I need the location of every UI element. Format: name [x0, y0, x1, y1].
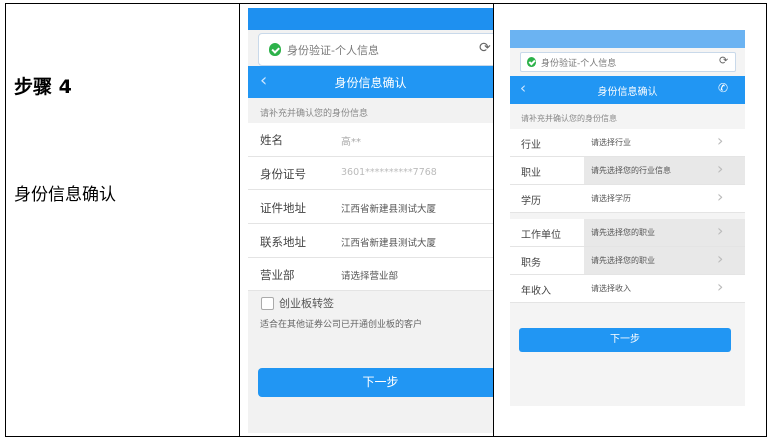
- row-value: 高**: [341, 137, 361, 148]
- phone-screenshot-2: 身份验证-个人信息 ⟳ ‹ 身份信息确认 ✆ 请补充并确认您的身份信息 行业 请…: [510, 30, 745, 406]
- row-value: 请先选择您的行业信息: [591, 166, 671, 175]
- row-value: 请先选择您的职业: [591, 228, 655, 237]
- row-label: 行业: [521, 140, 541, 151]
- status-bar: [248, 8, 493, 30]
- row-label: 职务: [521, 258, 541, 269]
- url-bar[interactable]: 身份验证-个人信息 ⟳: [258, 33, 493, 66]
- row-label: 营业部: [260, 268, 295, 282]
- status-bar: [510, 30, 745, 48]
- shield-icon: [527, 57, 536, 67]
- chevron-right-icon: ›: [717, 159, 724, 178]
- reload-icon[interactable]: ⟳: [719, 54, 728, 67]
- row-value: 江西省新建县测试大厦: [341, 204, 437, 215]
- form-row-industry[interactable]: 行业 请选择行业 ›: [510, 129, 745, 157]
- url-bar[interactable]: 身份验证-个人信息 ⟳: [520, 52, 736, 72]
- gem-transfer-checkbox[interactable]: [261, 297, 274, 310]
- step-title: 步骤 4: [14, 76, 72, 98]
- row-value: 请选择行业: [591, 138, 631, 147]
- row-label: 身份证号: [260, 167, 306, 181]
- step-description: 身份信息确认: [14, 185, 116, 205]
- form-row-income[interactable]: 年收入 请选择收入 ›: [510, 275, 745, 303]
- chevron-right-icon: ›: [717, 277, 724, 296]
- chevron-right-icon: ›: [717, 221, 724, 240]
- form-row-branch[interactable]: 营业部 请选择营业部: [248, 258, 493, 291]
- row-label: 姓名: [260, 133, 283, 147]
- form-row-id-number[interactable]: 身份证号 3601**********7768: [248, 157, 493, 190]
- column-divider-1: [239, 4, 240, 436]
- form-row-position[interactable]: 职务 请先选择您的职业 ›: [510, 247, 745, 275]
- row-value: 请选择营业部: [341, 271, 399, 282]
- next-button[interactable]: 下一步: [519, 328, 731, 352]
- form-row-occupation[interactable]: 职业 请先选择您的行业信息 ›: [510, 157, 745, 185]
- form-row-education[interactable]: 学历 请选择学历 ›: [510, 185, 745, 213]
- row-label: 工作单位: [521, 230, 561, 241]
- row-value: 请先选择您的职业: [591, 256, 655, 265]
- chevron-right-icon: ›: [717, 249, 724, 268]
- form-row-id-address[interactable]: 证件地址 江西省新建县测试大厦: [248, 190, 493, 224]
- nav-bar: ‹ 身份信息确认: [248, 66, 493, 98]
- row-value: 请选择收入: [591, 284, 631, 293]
- nav-title: 身份信息确认: [597, 87, 658, 98]
- chevron-right-icon: ›: [717, 187, 724, 206]
- form-hint: 请补充并确认您的身份信息: [260, 109, 369, 119]
- shield-icon: [269, 43, 281, 56]
- form-row-name[interactable]: 姓名 高**: [248, 123, 493, 157]
- url-text: 身份验证-个人信息: [541, 59, 617, 69]
- row-value: 3601**********7768: [341, 167, 437, 178]
- form-hint: 请补充并确认您的身份信息: [521, 114, 617, 123]
- row-label: 学历: [521, 196, 541, 207]
- reload-icon[interactable]: ⟳: [479, 40, 491, 56]
- nav-bar: ‹ 身份信息确认 ✆: [510, 76, 745, 104]
- row-value: 请选择学历: [591, 194, 631, 203]
- row-label: 联系地址: [260, 235, 306, 249]
- next-button[interactable]: 下一步: [258, 368, 493, 397]
- phone-screenshot-1: 身份验证-个人信息 ⟳ ‹ 身份信息确认 请补充并确认您的身份信息 姓名 高**…: [248, 8, 493, 433]
- checkbox-label: 创业板转签: [279, 297, 334, 310]
- checkbox-note: 适合在其他证券公司已开通创业板的客户: [260, 320, 423, 330]
- phone-icon[interactable]: ✆: [718, 81, 728, 95]
- chevron-right-icon: ›: [717, 131, 724, 150]
- form-row-employer[interactable]: 工作单位 请先选择您的职业 ›: [510, 219, 745, 247]
- nav-title: 身份信息确认: [334, 76, 407, 90]
- row-value: 江西省新建县测试大厦: [341, 238, 437, 249]
- row-label: 年收入: [521, 286, 551, 297]
- url-text: 身份验证-个人信息: [287, 44, 379, 57]
- row-label: 职业: [521, 168, 541, 179]
- column-divider-2: [493, 4, 494, 436]
- form-row-contact-address[interactable]: 联系地址 江西省新建县测试大厦: [248, 224, 493, 258]
- row-label: 证件地址: [260, 201, 306, 215]
